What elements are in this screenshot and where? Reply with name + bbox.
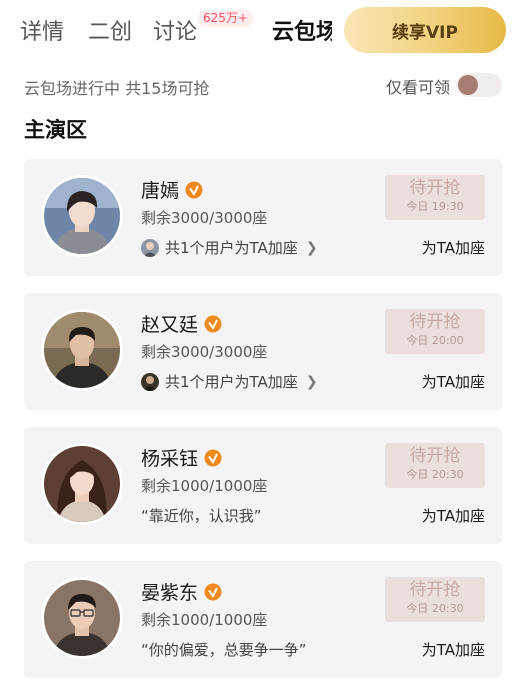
grab-label: 待开抢 [409, 312, 461, 332]
only-available-toggle[interactable] [456, 73, 502, 97]
add-seat-button[interactable]: 为TA加座 [422, 639, 485, 660]
supporters-link[interactable]: 共1个用户为TA加座 ❯ [141, 237, 318, 258]
actor-name-row: 杨采钰 [141, 444, 222, 471]
remaining-seats: 剩余3000/3000座 [141, 343, 268, 361]
grab-button[interactable]: 待开抢 今日 19:30 [385, 175, 485, 220]
grab-label: 待开抢 [409, 178, 461, 198]
tab-clip: 云包场 [272, 0, 332, 62]
actor-quote: “靠近你，认识我” [141, 507, 262, 525]
grab-time: 今日 19:30 [406, 200, 464, 213]
remaining-seats: 剩余1000/1000座 [141, 477, 268, 495]
chevron-right-icon: ❯ [305, 239, 318, 256]
grab-button[interactable]: 待开抢 今日 20:00 [385, 309, 485, 354]
actor-name: 晏紫东 [141, 582, 199, 604]
add-seat-button[interactable]: 为TA加座 [422, 237, 485, 258]
tab-details[interactable]: 详情 [20, 14, 64, 46]
actor-avatar[interactable] [41, 175, 123, 257]
actor-name-row: 唐嫣 [141, 176, 203, 203]
verified-icon [185, 181, 203, 198]
actor-name: 赵又廷 [141, 314, 199, 336]
actor-card: 唐嫣 剩余3000/3000座 共1个用户为TA加座 ❯ 待开抢 今日 19:3… [24, 159, 502, 276]
grab-label: 待开抢 [409, 580, 461, 600]
actor-avatar[interactable] [41, 309, 123, 391]
grab-button[interactable]: 待开抢 今日 20:30 [385, 443, 485, 488]
supporter-avatar [141, 372, 159, 391]
supporters-link[interactable]: 共1个用户为TA加座 ❯ [141, 371, 318, 392]
remaining-seats: 剩余1000/1000座 [141, 611, 268, 629]
verified-icon [204, 315, 222, 332]
grab-time: 今日 20:00 [406, 334, 464, 347]
tab-cloud-screening[interactable]: 云包场 [272, 14, 332, 46]
actor-avatar[interactable] [41, 443, 123, 525]
renew-vip-button[interactable]: 续享VIP [344, 7, 506, 53]
add-seat-button[interactable]: 为TA加座 [422, 505, 485, 526]
actor-avatar[interactable] [41, 577, 123, 659]
remaining-seats: 剩余3000/3000座 [141, 209, 268, 227]
section-title: 主演区 [24, 118, 87, 142]
supporter-avatar [141, 238, 159, 257]
only-available-label: 仅看可领 [386, 78, 451, 97]
supporters-text: 共1个用户为TA加座 [165, 373, 298, 391]
add-seat-button[interactable]: 为TA加座 [422, 371, 485, 392]
supporters-text: 共1个用户为TA加座 [165, 239, 298, 257]
chevron-right-icon: ❯ [305, 373, 318, 390]
actor-card: 杨采钰 剩余1000/1000座 “靠近你，认识我” 待开抢 今日 20:30 … [24, 427, 502, 544]
grab-label: 待开抢 [409, 446, 461, 466]
tab-discussion[interactable]: 讨论 [153, 14, 197, 46]
actor-name-row: 赵又廷 [141, 310, 222, 337]
actor-card: 赵又廷 剩余3000/3000座 共1个用户为TA加座 ❯ 待开抢 今日 20:… [24, 293, 502, 410]
toggle-knob [458, 75, 478, 95]
grab-button[interactable]: 待开抢 今日 20:30 [385, 577, 485, 622]
grab-time: 今日 20:30 [406, 602, 464, 615]
tab-bar: 详情 二创 讨论 625万+ 云包场 续享VIP [0, 0, 524, 62]
actor-name-row: 晏紫东 [141, 578, 222, 605]
screening-status: 云包场进行中 共15场可抢 [24, 79, 210, 98]
actor-quote: “你的偏爱，总要争一争” [141, 641, 307, 659]
actor-name: 杨采钰 [141, 448, 199, 470]
actor-card: 晏紫东 剩余1000/1000座 “你的偏爱，总要争一争” 待开抢 今日 20:… [24, 561, 502, 678]
verified-icon [204, 449, 222, 466]
tab-fan-creations[interactable]: 二创 [88, 14, 132, 46]
grab-time: 今日 20:30 [406, 468, 464, 481]
verified-icon [204, 583, 222, 600]
actor-name: 唐嫣 [141, 180, 180, 202]
discussion-count-badge: 625万+ [198, 10, 253, 27]
